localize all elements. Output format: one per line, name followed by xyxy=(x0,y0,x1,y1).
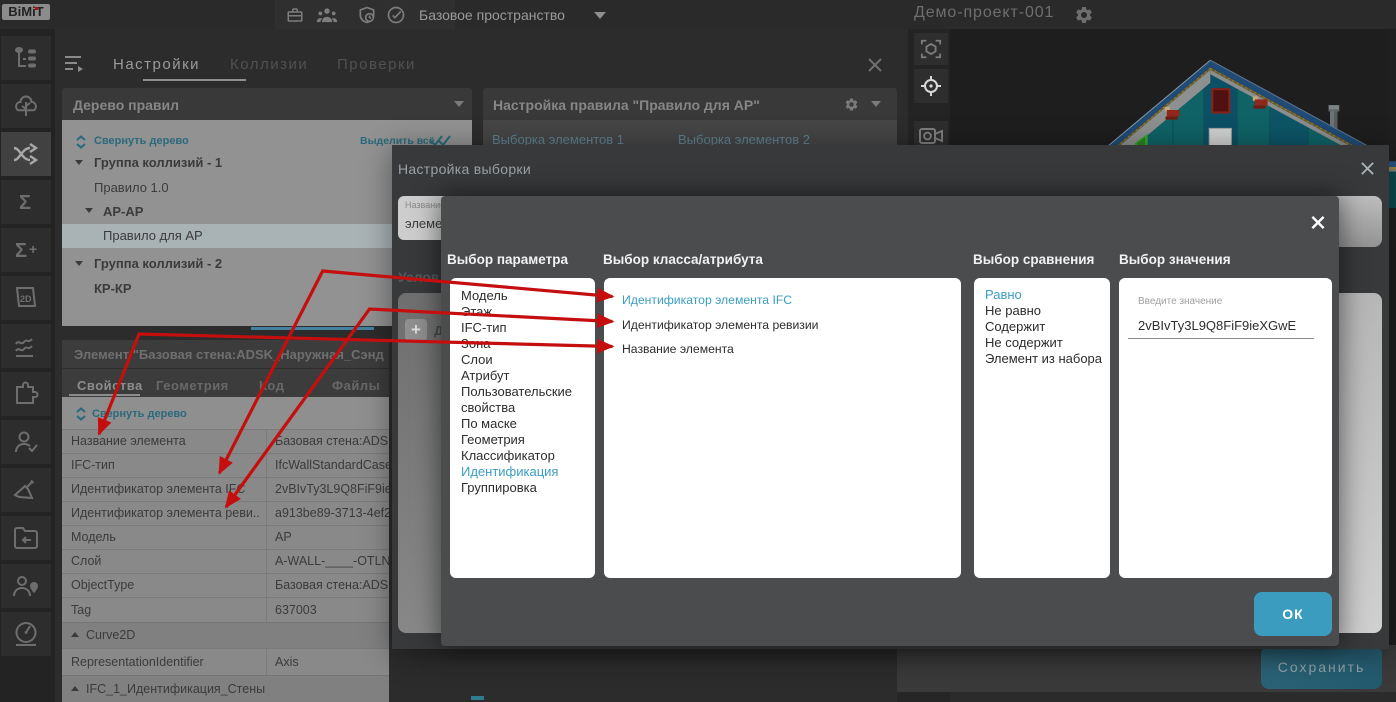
svg-text:Σ: Σ xyxy=(19,192,31,214)
svg-text:2D: 2D xyxy=(20,294,32,304)
svg-text:+: + xyxy=(29,241,37,257)
svg-text:Σ: Σ xyxy=(15,240,27,262)
